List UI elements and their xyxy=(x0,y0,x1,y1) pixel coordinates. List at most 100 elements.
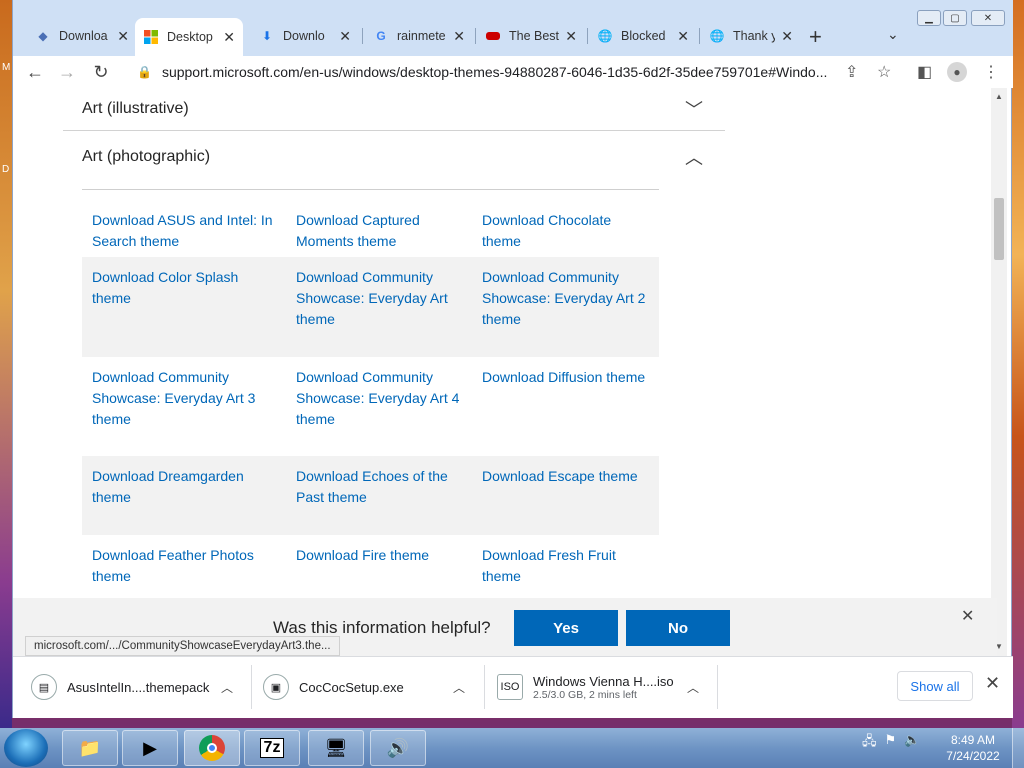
flag-alert-icon[interactable]: ⚑ xyxy=(885,732,897,754)
clock-time: 8:49 AM xyxy=(950,733,996,747)
show-all-button[interactable]: Show all xyxy=(897,671,973,701)
control-panel-taskbar-button[interactable]: 🖥 xyxy=(308,730,364,766)
theme-link[interactable]: Download Fire theme xyxy=(286,535,472,598)
page-scrollbar[interactable]: ▲ ▼ xyxy=(991,88,1007,656)
tab-separator xyxy=(587,28,588,44)
theme-link[interactable]: Download Chocolate theme xyxy=(472,200,659,257)
close-icon[interactable]: ✕ xyxy=(223,29,235,46)
disc-image-icon: ISO xyxy=(497,674,523,700)
profile-avatar-icon[interactable]: ● xyxy=(947,62,967,82)
theme-link[interactable]: Download Community Showcase: Everyday Ar… xyxy=(286,357,472,456)
tab-separator xyxy=(699,28,700,44)
table-row: Download ASUS and Intel: In Search theme… xyxy=(82,200,659,257)
theme-link[interactable]: Download Community Showcase: Everyday Ar… xyxy=(82,357,286,456)
download-item[interactable]: ▣ CocCocSetup.exe ︿ xyxy=(263,667,483,707)
speaker-app-taskbar-button[interactable]: 🔊 xyxy=(370,730,426,766)
site-icon xyxy=(485,28,501,44)
tab-rainmeter[interactable]: G rainmete ✕ xyxy=(365,22,473,50)
theme-link[interactable]: Download Community Showcase: Everyday Ar… xyxy=(472,257,659,357)
theme-link[interactable]: Download ASUS and Intel: In Search theme xyxy=(82,200,286,257)
download-item[interactable]: ISO Windows Vienna H....iso 2.5/3.0 GB, … xyxy=(497,667,717,707)
close-icon[interactable]: ✕ xyxy=(453,28,465,45)
accordion-title: Art (photographic) xyxy=(82,148,211,165)
explorer-taskbar-button[interactable]: 📁 xyxy=(62,730,118,766)
feedback-question: Was this information helpful? xyxy=(273,618,491,637)
table-row: Download Community Showcase: Everyday Ar… xyxy=(82,357,659,456)
maximize-button[interactable]: ▢ xyxy=(943,10,967,26)
forward-arrow-icon[interactable]: → xyxy=(55,60,79,84)
theme-link[interactable]: Download Diffusion theme xyxy=(472,357,659,456)
no-button[interactable]: No xyxy=(626,610,730,646)
close-icon[interactable]: ✕ xyxy=(339,28,351,45)
browser-toolbar: ← → ↻ 🔒 support.microsoft.com/en-us/wind… xyxy=(13,56,1013,88)
desktop-fragment: M xyxy=(2,62,11,73)
scroll-thumb[interactable] xyxy=(994,198,1004,260)
tab-separator xyxy=(475,28,476,44)
divider xyxy=(251,665,252,709)
desktop-fragment: D xyxy=(2,164,10,175)
theme-link[interactable]: Download Escape theme xyxy=(472,456,659,535)
theme-link[interactable]: Download Color Splash theme xyxy=(82,257,286,357)
close-icon[interactable]: ✕ xyxy=(565,28,577,45)
star-bookmark-icon[interactable]: ☆ xyxy=(877,62,891,82)
theme-link[interactable]: Download Community Showcase: Everyday Ar… xyxy=(286,257,472,357)
close-icon[interactable]: ✕ xyxy=(677,28,689,45)
media-player-icon: ▶ xyxy=(143,737,157,758)
globe-icon: 🌐 xyxy=(597,29,613,43)
tab-separator xyxy=(362,28,363,44)
tab-title: Downloa xyxy=(59,29,108,43)
close-icon[interactable]: ✕ xyxy=(117,28,129,45)
close-window-button[interactable]: ✕ xyxy=(971,10,1005,26)
tab-desktop-themes[interactable]: Desktop ✕ xyxy=(135,18,243,56)
close-icon[interactable]: ✕ xyxy=(781,28,793,45)
close-icon[interactable]: ✕ xyxy=(961,606,974,626)
theme-link[interactable]: Download Captured Moments theme xyxy=(286,200,472,257)
chevron-up-icon[interactable]: ︿ xyxy=(685,144,703,170)
tab-title: rainmete xyxy=(397,29,446,43)
new-tab-plus-icon[interactable]: + xyxy=(809,24,822,50)
network-icon[interactable]: 🖧 xyxy=(862,732,877,754)
theme-link[interactable]: Download Dreamgarden theme xyxy=(82,456,286,535)
address-bar[interactable]: 🔒 support.microsoft.com/en-us/windows/de… xyxy=(125,58,915,86)
chevron-up-icon[interactable]: ︿ xyxy=(221,679,233,696)
theme-link[interactable]: Download Feather Photos theme xyxy=(82,535,286,598)
clock[interactable]: 8:49 AM 7/24/2022 xyxy=(940,732,1006,764)
chevron-down-icon[interactable]: ﹀ xyxy=(685,96,703,122)
speaker-icon: 🔊 xyxy=(386,737,410,758)
theme-link[interactable]: Download Echoes of the Past theme xyxy=(286,456,472,535)
url-text[interactable]: support.microsoft.com/en-us/windows/desk… xyxy=(162,64,852,80)
scroll-up-arrow-icon[interactable]: ▲ xyxy=(995,92,1003,101)
yes-button[interactable]: Yes xyxy=(514,610,618,646)
chevron-up-icon[interactable]: ︿ xyxy=(687,679,699,696)
table-row: Download Feather Photos theme Download F… xyxy=(82,535,659,598)
tab-download-1[interactable]: ◆ Downloa ✕ xyxy=(27,22,137,50)
chrome-taskbar-button[interactable] xyxy=(184,730,240,766)
tab-blocked[interactable]: 🌐 Blocked ✕ xyxy=(589,22,697,50)
download-item[interactable]: ▤ AsusIntelIn....themepack ︿ xyxy=(31,667,251,707)
control-panel-icon: 🖥 xyxy=(324,737,348,758)
tab-thank-you[interactable]: 🌐 Thank y ✕ xyxy=(701,22,801,50)
page-content: Art (illustrative) ﹀ Art (photographic) … xyxy=(13,88,997,598)
accordion-art-illustrative[interactable]: Art (illustrative) ﹀ xyxy=(63,88,725,131)
back-arrow-icon[interactable]: ← xyxy=(23,60,47,84)
tab-the-best[interactable]: The Best ✕ xyxy=(477,22,585,50)
lock-icon[interactable]: 🔒 xyxy=(137,65,152,79)
7zip-taskbar-button[interactable]: 7z xyxy=(244,730,300,766)
tab-search-chevron-icon[interactable]: ⌄ xyxy=(887,26,899,43)
close-icon[interactable]: ✕ xyxy=(985,673,1000,694)
accordion-art-photographic[interactable]: Art (photographic) ︿ xyxy=(63,132,725,182)
volume-icon[interactable]: 🔈 xyxy=(904,732,920,754)
show-desktop-button[interactable] xyxy=(1012,728,1024,768)
media-player-taskbar-button[interactable]: ▶ xyxy=(122,730,178,766)
menu-kebab-icon[interactable]: ⋮ xyxy=(983,62,999,82)
folder-icon: 📁 xyxy=(78,737,102,758)
tab-download-2[interactable]: ⬇ Downlo ✕ xyxy=(251,22,359,50)
tab-title: Thank y xyxy=(733,29,776,43)
chevron-up-icon[interactable]: ︿ xyxy=(453,679,465,696)
side-panel-icon[interactable]: ◧ xyxy=(917,62,932,82)
reload-icon[interactable]: ↻ xyxy=(89,60,113,84)
theme-link[interactable]: Download Fresh Fruit theme xyxy=(472,535,659,598)
minimize-button[interactable]: ▁ xyxy=(917,10,941,26)
start-button[interactable] xyxy=(4,729,48,767)
share-icon[interactable]: ⇪ xyxy=(845,62,858,82)
